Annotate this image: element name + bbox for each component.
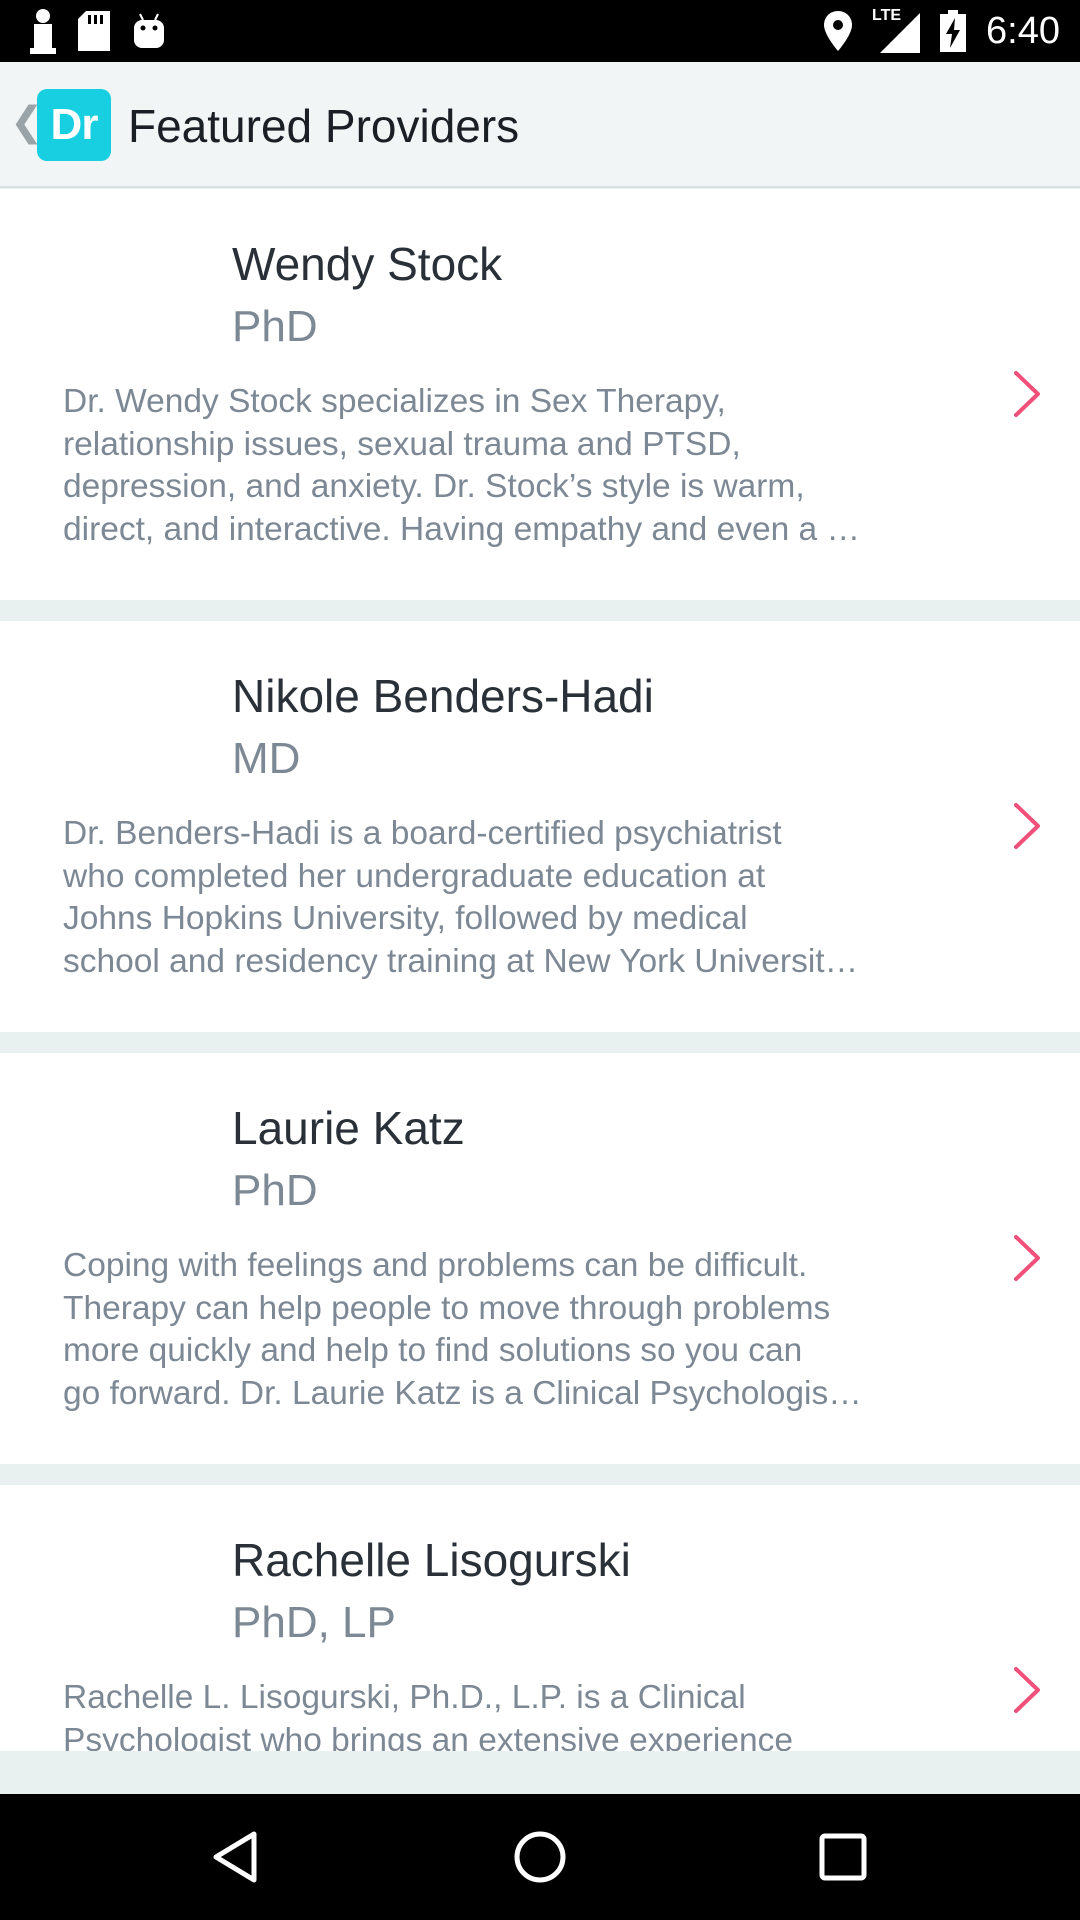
provider-credentials: PhD — [232, 302, 318, 351]
provider-name: Rachelle Lisogurski — [232, 1534, 631, 1586]
app-bar: ❮ Dr Featured Providers — [0, 62, 1080, 188]
home-circle-icon[interactable] — [505, 1822, 575, 1892]
description-line: Dr. Benders-Hadi is a board-certified ps… — [63, 815, 782, 852]
navigation-bar — [0, 1794, 1080, 1920]
provider-credentials: MD — [232, 734, 301, 783]
provider-description: Rachelle L. Lisogurski, Ph.D., L.P. is a… — [63, 1677, 929, 1751]
provider-card[interactable]: Laurie Katz PhD Coping with feelings and… — [0, 1053, 1080, 1464]
description-line: Johns Hopkins University, followed by me… — [63, 900, 748, 937]
chevron-right-icon[interactable] — [1012, 369, 1042, 419]
chevron-right-icon[interactable] — [1012, 1665, 1042, 1715]
description-line: depression, and anxiety. Dr. Stock’s sty… — [63, 468, 805, 505]
location-icon — [824, 11, 853, 51]
description-line: Dr. Wendy Stock specializes in Sex Thera… — [63, 383, 726, 420]
provider-credentials: PhD, LP — [232, 1598, 396, 1647]
provider-description: Coping with feelings and problems can be… — [63, 1245, 929, 1415]
provider-name: Nikole Benders-Hadi — [232, 670, 654, 722]
provider-description: Dr. Benders-Hadi is a board-certified ps… — [63, 813, 929, 983]
description-line: go forward. Dr. Laurie Katz is a Clinica… — [63, 1374, 862, 1412]
notification-icon — [30, 9, 56, 54]
description-line: more quickly and help to find solutions … — [63, 1332, 803, 1369]
clock: 6:40 — [986, 10, 1060, 52]
description-line: Psychologist who brings an extensive exp… — [63, 1721, 793, 1752]
status-left-icons — [30, 8, 166, 54]
provider-card[interactable]: Rachelle Lisogurski PhD, LP Rachelle L. … — [0, 1485, 1080, 1751]
description-line: Therapy can help people to move through … — [63, 1289, 831, 1327]
chevron-right-icon[interactable] — [1012, 1233, 1042, 1283]
recents-square-icon[interactable] — [808, 1822, 878, 1892]
provider-description: Dr. Wendy Stock specializes in Sex Thera… — [63, 381, 929, 551]
provider-name: Laurie Katz — [232, 1102, 465, 1154]
provider-card[interactable]: Wendy Stock PhD Dr. Wendy Stock speciali… — [0, 189, 1080, 600]
description-line: who completed her undergraduate educatio… — [63, 857, 766, 895]
provider-card[interactable]: Nikole Benders-Hadi MD Dr. Benders-Hadi … — [0, 621, 1080, 1032]
android-icon — [134, 13, 164, 48]
description-line: direct, and interactive. Having empathy … — [63, 510, 860, 548]
signal-icon — [880, 13, 921, 53]
signal-indicator: LTE — [872, 7, 921, 53]
provider-list[interactable]: Wendy Stock PhD Dr. Wendy Stock speciali… — [0, 189, 1080, 1751]
chevron-right-icon[interactable] — [1012, 801, 1042, 851]
provider-credentials: PhD — [232, 1166, 318, 1215]
description-line: relationship issues, sexual trauma and P… — [63, 425, 741, 463]
status-bar: LTE 6:40 — [0, 0, 1080, 62]
description-line: Coping with feelings and problems can be… — [63, 1247, 808, 1284]
page-title: Featured Providers — [128, 100, 520, 152]
description-line: school and residency training at New Yor… — [63, 942, 859, 980]
description-line: Rachelle L. Lisogurski, Ph.D., L.P. is a… — [63, 1679, 746, 1716]
back-triangle-icon[interactable] — [200, 1822, 270, 1892]
status-right-icons: LTE 6:40 — [824, 6, 1060, 56]
sd-card-icon — [78, 11, 110, 51]
provider-name: Wendy Stock — [232, 238, 503, 290]
battery-charging-icon — [940, 10, 967, 52]
app-logo-text: Dr — [50, 100, 99, 149]
app-logo[interactable]: Dr — [37, 89, 111, 161]
